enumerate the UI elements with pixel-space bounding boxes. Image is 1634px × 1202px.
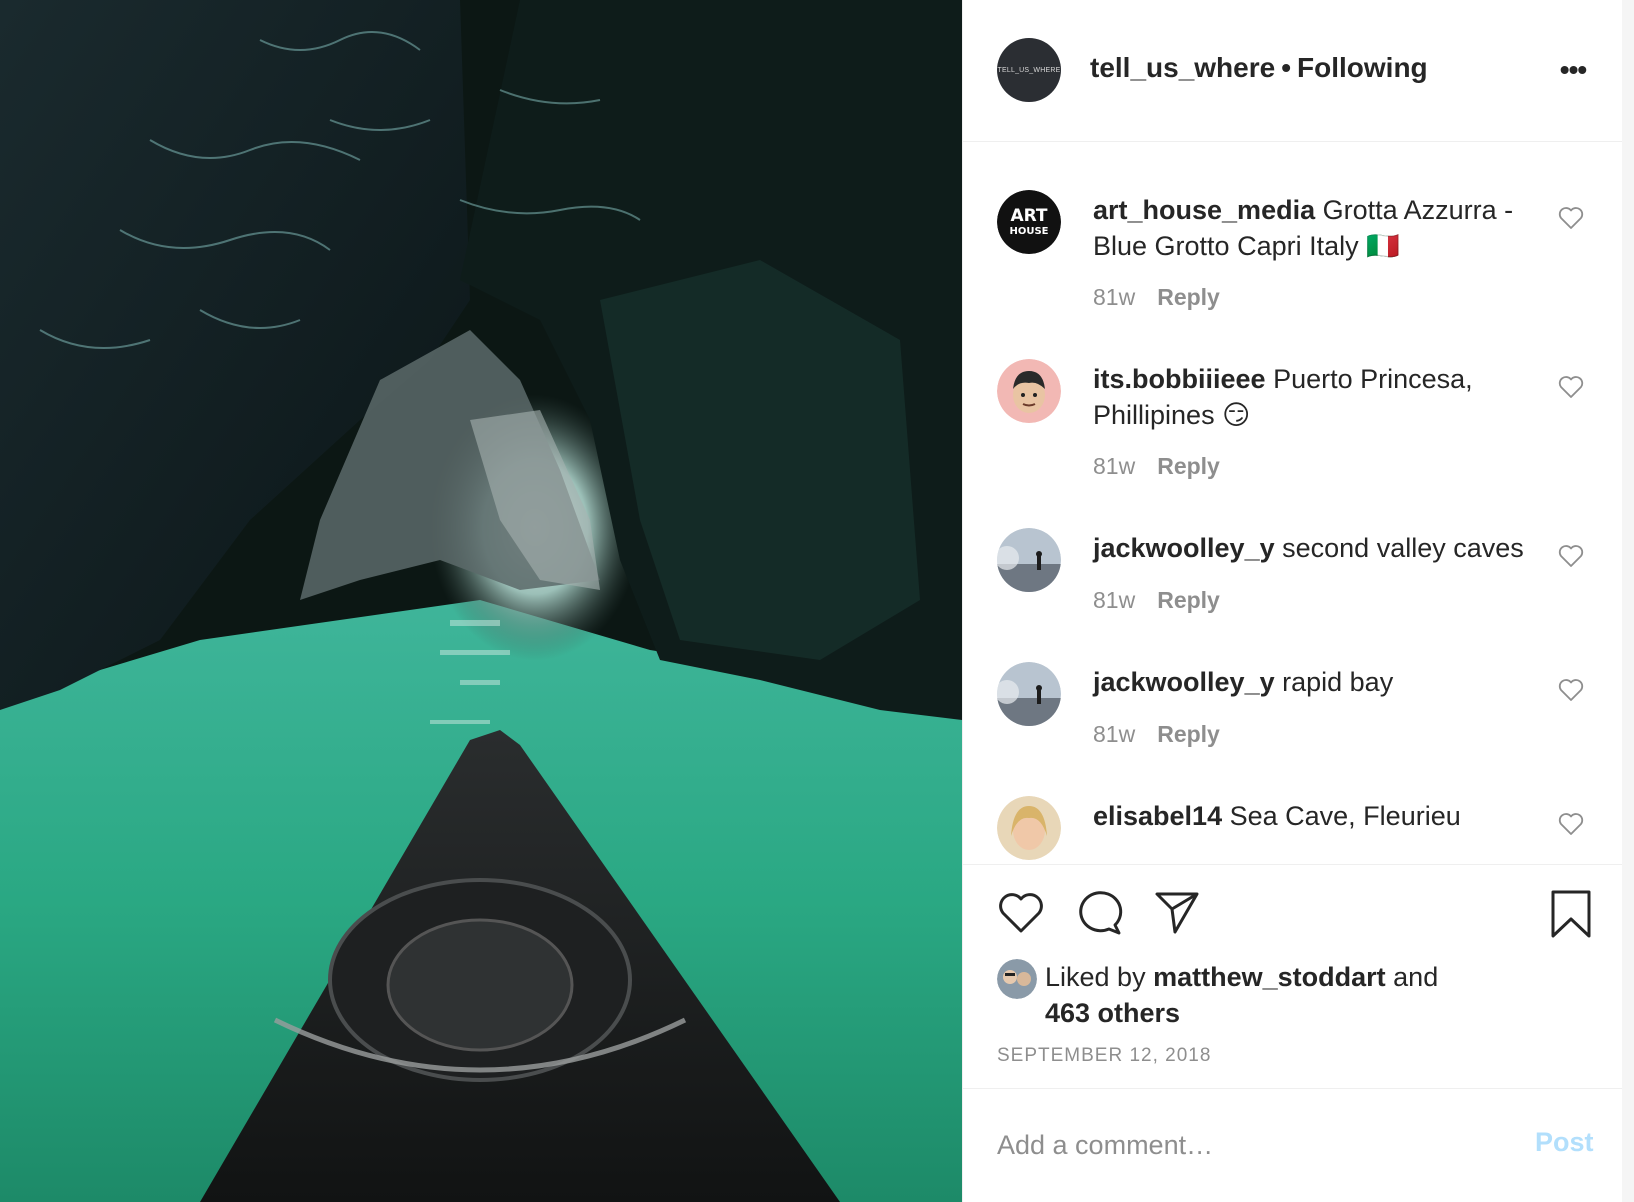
- comment-username[interactable]: jackwoolley_y: [1093, 667, 1275, 697]
- comment-meta: 81w Reply: [1093, 587, 1220, 614]
- cutoff-text: [1093, 142, 1100, 150]
- comment-avatar[interactable]: [997, 796, 1061, 860]
- comment-text: jackwoolley_y rapid bay: [1093, 664, 1553, 700]
- svg-text:ART: ART: [1010, 206, 1047, 226]
- likes-count-link[interactable]: 463 others: [1045, 998, 1180, 1028]
- comment-text: elisabel14 Sea Cave, Fleurieu: [1093, 798, 1553, 834]
- comment-username[interactable]: elisabel14: [1093, 801, 1222, 831]
- reply-button[interactable]: Reply: [1157, 721, 1220, 747]
- separator-dot: •: [1281, 52, 1292, 83]
- add-comment-bar: Post: [963, 1088, 1623, 1202]
- comment-username[interactable]: art_house_media: [1093, 195, 1315, 225]
- author-avatar[interactable]: TELL_US_WHERE: [997, 38, 1061, 102]
- save-bookmark-icon[interactable]: [1549, 889, 1593, 939]
- comment-avatar[interactable]: [997, 528, 1061, 592]
- comment-item: its.bobbiiieee Puerto Princesa, Phillipi…: [963, 359, 1623, 519]
- follow-status-button[interactable]: Following: [1297, 52, 1428, 83]
- share-send-icon[interactable]: [1153, 889, 1201, 935]
- comment-avatar[interactable]: [997, 359, 1061, 423]
- comment-meta: 81w Reply: [1093, 284, 1220, 311]
- like-comment-heart-icon[interactable]: [1558, 544, 1584, 568]
- comment-age[interactable]: 81w: [1093, 721, 1135, 747]
- comment-body: rapid bay: [1282, 667, 1394, 697]
- comment-avatar[interactable]: [997, 662, 1061, 726]
- landscape-avatar-icon: [997, 528, 1061, 592]
- comment-age[interactable]: 81w: [1093, 587, 1135, 613]
- liked-by-and: and: [1393, 962, 1439, 992]
- author-username[interactable]: tell_us_where: [1090, 52, 1275, 83]
- memoji-avatar-icon: [997, 359, 1061, 423]
- comment-item: ART HOUSE art_house_media Grotta Azzurra…: [963, 190, 1623, 350]
- italy-flag-icon: 🇮🇹: [1366, 231, 1400, 261]
- reply-button[interactable]: Reply: [1157, 587, 1220, 613]
- reply-button[interactable]: Reply: [1157, 284, 1220, 310]
- comments-list[interactable]: ART HOUSE art_house_media Grotta Azzurra…: [963, 152, 1623, 864]
- comment-meta: 81w Reply: [1093, 453, 1220, 480]
- liker-photo-icon: [997, 959, 1037, 999]
- post-header: TELL_US_WHERE tell_us_where • Following ••…: [963, 0, 1623, 142]
- reply-button[interactable]: Reply: [1157, 453, 1220, 479]
- comment-item: jackwoolley_y rapid bay 81w Reply: [963, 662, 1623, 782]
- like-comment-heart-icon[interactable]: [1558, 678, 1584, 702]
- svg-text:HOUSE: HOUSE: [1009, 226, 1048, 237]
- comment-age[interactable]: 81w: [1093, 284, 1135, 310]
- landscape-avatar-icon: [997, 662, 1061, 726]
- comment-avatar[interactable]: ART HOUSE: [997, 190, 1061, 254]
- comment-text: jackwoolley_y second valley caves: [1093, 530, 1563, 566]
- post-actions: Liked by matthew_stoddart and 463 others…: [963, 864, 1623, 1088]
- post-photo[interactable]: [0, 0, 962, 1202]
- comment-age[interactable]: 81w: [1093, 453, 1135, 479]
- like-heart-icon[interactable]: [997, 889, 1045, 935]
- comment-meta: 81w Reply: [1093, 721, 1220, 748]
- comment-username[interactable]: jackwoolley_y: [1093, 533, 1275, 563]
- liked-by-prefix: Liked by: [1045, 962, 1146, 992]
- add-comment-input[interactable]: [997, 1127, 1497, 1163]
- comment-text: its.bobbiiieee Puerto Princesa, Phillipi…: [1093, 361, 1553, 433]
- more-options-icon[interactable]: •••: [1553, 52, 1593, 88]
- like-comment-heart-icon[interactable]: [1558, 206, 1584, 230]
- photo-avatar-icon: [997, 796, 1061, 860]
- comment-body: second valley caves: [1282, 533, 1524, 563]
- post-panel: TELL_US_WHERE tell_us_where • Following ••…: [962, 0, 1634, 1202]
- comment-text: art_house_media Grotta Azzurra - Blue Gr…: [1093, 192, 1553, 264]
- cutoff-previous-comment: [963, 142, 1623, 152]
- window-edge: [1622, 0, 1634, 1202]
- comment-item: jackwoolley_y second valley caves 81w Rep…: [963, 528, 1623, 648]
- author-line: tell_us_where • Following: [1090, 52, 1428, 84]
- smirk-emoji-icon: 😏: [1222, 400, 1251, 430]
- author-avatar-text: TELL_US_WHERE: [997, 66, 1061, 74]
- comment-item: elisabel14 Sea Cave, Fleurieu: [963, 796, 1623, 864]
- liker-avatar[interactable]: [997, 959, 1037, 999]
- like-comment-heart-icon[interactable]: [1558, 375, 1584, 399]
- liked-by-text: Liked by matthew_stoddart and 463 others: [1045, 959, 1438, 1031]
- comment-body: Sea Cave, Fleurieu: [1229, 801, 1461, 831]
- kayak-cave-image: [0, 0, 962, 1202]
- like-comment-heart-icon[interactable]: [1558, 812, 1584, 836]
- art-house-logo-icon: ART HOUSE: [997, 190, 1061, 254]
- post-comment-button[interactable]: Post: [1535, 1127, 1594, 1158]
- comment-username[interactable]: its.bobbiiieee: [1093, 364, 1266, 394]
- liker-username[interactable]: matthew_stoddart: [1153, 962, 1386, 992]
- post-date[interactable]: SEPTEMBER 12, 2018: [997, 1045, 1211, 1067]
- comment-bubble-icon[interactable]: [1075, 889, 1123, 935]
